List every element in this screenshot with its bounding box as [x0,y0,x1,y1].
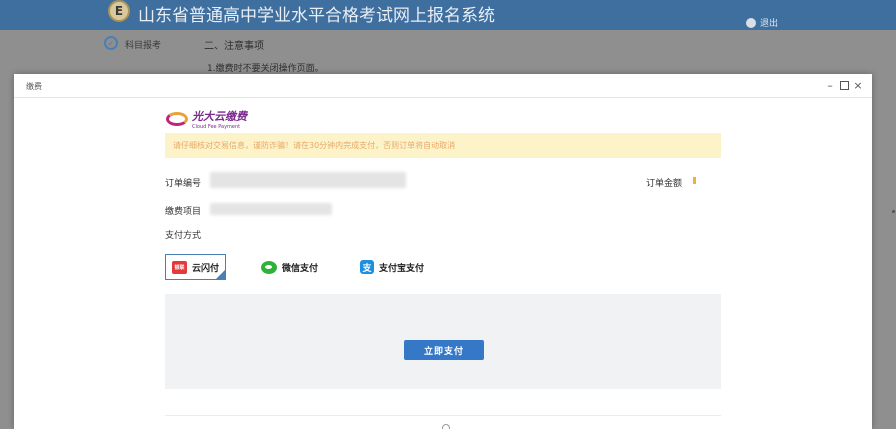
modal-titlebar: 缴费 – × [14,74,872,98]
warning-banner: 请仔细核对交易信息，谨防诈骗！请在30分钟内完成支付，否则订单将自动取消 [165,133,721,158]
order-number-label: 订单编号 [165,179,202,189]
loading-icon [442,424,450,429]
pay-option-label: 微信支付 [282,263,319,274]
pay-method-label: 支付方式 [165,231,202,241]
step-label: 科目报考 [125,41,162,51]
divider [165,415,721,416]
fee-item-value-redacted [210,203,332,215]
system-title: 山东省普通高中学业水平合格考试网上报名系统 [138,6,495,26]
logo-icon: E [108,0,130,22]
unionpay-icon: 银联 [172,260,187,274]
scroll-indicator [892,210,895,213]
warning-text: 请仔细核对交易信息，谨防诈骗！请在30分钟内完成支付，否则订单将自动取消 [173,141,456,150]
modal-title: 缴费 [26,82,42,91]
notice-title: 二、注意事项 [204,41,264,52]
pay-panel: 立即支付 [165,294,721,389]
brand-subtitle: Cloud Fee Payment [192,124,241,130]
pay-option-label: 云闪付 [192,263,220,274]
logout-link[interactable]: 退出 [746,16,778,29]
pay-option-wechat[interactable]: 微信支付 [255,254,325,280]
maximize-icon [839,80,849,90]
maximize-button[interactable] [838,79,850,91]
brand-swirl-icon [166,112,188,126]
minimize-button[interactable]: – [824,79,836,91]
check-icon: ✓ [104,36,118,50]
close-button[interactable]: × [852,79,864,91]
order-number-value-redacted [210,172,406,188]
order-amount-value-redacted [693,177,696,184]
order-amount-label: 订单金额 [646,179,683,189]
fee-item-label: 缴费项目 [165,207,202,217]
app-header: E 山东省普通高中学业水平合格考试网上报名系统 退出 [0,0,896,30]
pay-now-button[interactable]: 立即支付 [404,340,484,360]
pay-option-alipay[interactable]: 支 支付宝支付 [354,254,431,280]
notice-item: 1.缴费时不要关闭操作页面。 [207,64,324,74]
pay-option-unionpay[interactable]: 银联 云闪付 [165,254,227,280]
pay-option-label: 支付宝支付 [379,263,425,274]
wechat-icon [261,260,277,274]
logout-label: 退出 [760,19,779,29]
brand-name: 光大云缴费 [192,110,247,123]
alipay-icon: 支 [360,260,374,274]
payment-modal: 缴费 – × 光大云缴费 Cloud Fee Payment 请仔细核对交易信息… [14,74,872,429]
brand-logo: 光大云缴费 Cloud Fee Payment [166,108,247,130]
user-icon [746,17,756,28]
